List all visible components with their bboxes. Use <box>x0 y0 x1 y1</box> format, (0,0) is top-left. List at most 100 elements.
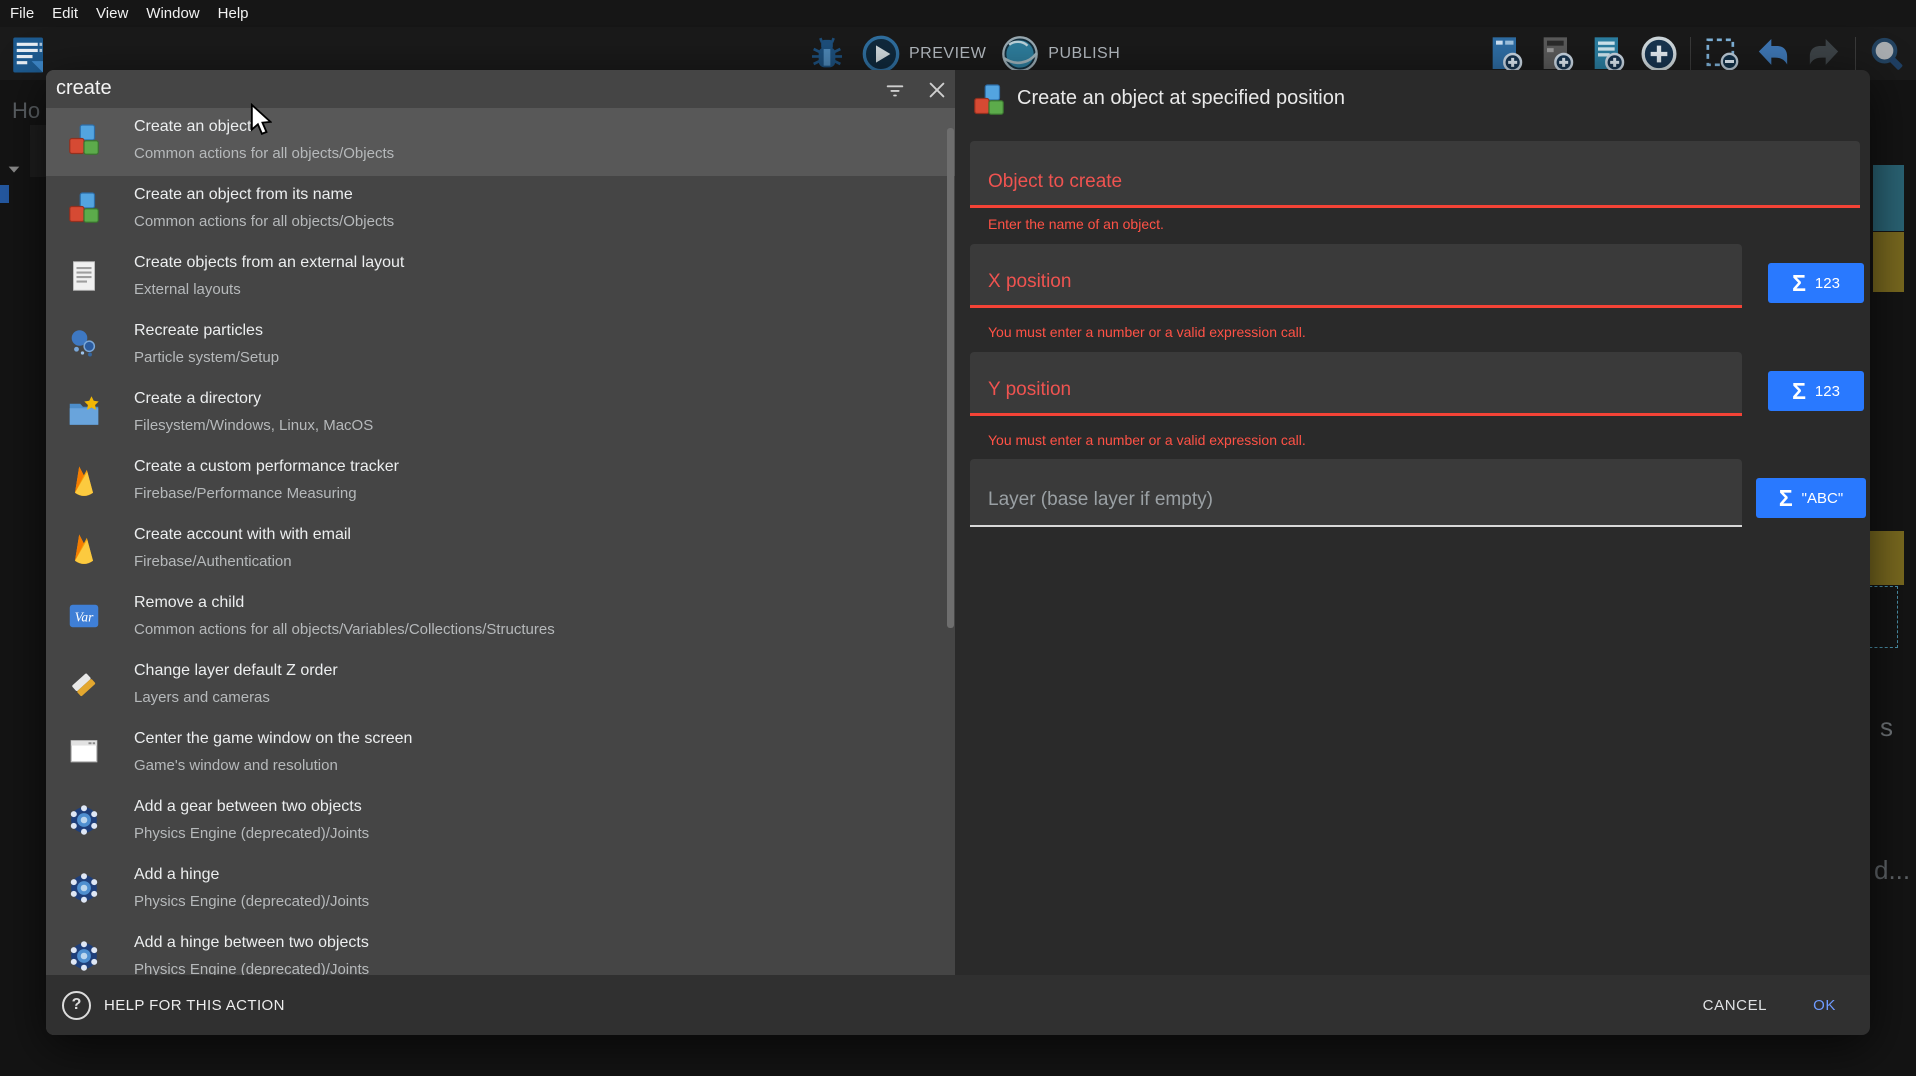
filter-icon[interactable] <box>884 79 906 101</box>
chevron-down-icon[interactable] <box>6 162 22 178</box>
list-item-subtitle: Filesystem/Windows, Linux, MacOS <box>134 417 373 434</box>
x-position-field[interactable]: X position <box>970 244 1742 308</box>
list-item-title: Add a gear between two objects <box>134 798 362 816</box>
debug-icon[interactable] <box>807 34 847 74</box>
instruction-editor-dialog: create Create an objectCommon actions fo… <box>46 70 1870 1035</box>
firebase-icon <box>66 462 102 498</box>
close-icon[interactable] <box>926 79 948 101</box>
add-extension-icon[interactable] <box>1639 34 1679 74</box>
dialog-actions: CANCEL OK <box>1703 997 1836 1014</box>
menu-item-window[interactable]: Window <box>146 5 199 22</box>
layer-placeholder: Layer (base layer if empty) <box>988 489 1213 511</box>
help-icon: ? <box>62 991 91 1020</box>
menu-item-edit[interactable]: Edit <box>52 5 78 22</box>
redo-icon <box>1804 34 1844 74</box>
document-icon <box>66 258 102 294</box>
add-external-layout-icon[interactable] <box>1588 34 1628 74</box>
firebase-icon <box>66 530 102 566</box>
menu-item-help[interactable]: Help <box>218 5 249 22</box>
publish-icon[interactable] <box>1000 34 1040 74</box>
list-item-title: Create objects from an external layout <box>134 254 404 272</box>
list-item[interactable]: Create a directoryFilesystem/Windows, Li… <box>46 380 955 448</box>
list-item-title: Recreate particles <box>134 322 263 340</box>
x-expression-button-label: 123 <box>1815 275 1840 292</box>
list-item[interactable]: Add a hinge between two objectsPhysics E… <box>46 924 955 975</box>
object-error-text: Enter the name of an object. <box>988 216 1164 232</box>
list-item-subtitle: Physics Engine (deprecated)/Joints <box>134 825 369 842</box>
background-letter: s <box>1880 712 1893 743</box>
list-item[interactable]: Create an objectCommon actions for all o… <box>46 108 955 176</box>
background-blue-fragment <box>0 185 9 203</box>
cancel-button[interactable]: CANCEL <box>1703 997 1767 1014</box>
background-panel-fragment <box>30 125 47 177</box>
list-item-subtitle: Layers and cameras <box>134 689 270 706</box>
list-item[interactable]: Create objects from an external layout Ex… <box>46 244 955 312</box>
project-manager-icon[interactable] <box>8 34 50 76</box>
list-item-subtitle: Game's window and resolution <box>134 757 338 774</box>
list-item[interactable]: Add a hingePhysics Engine (deprecated)/J… <box>46 856 955 924</box>
toolbar-separator <box>1690 37 1691 71</box>
gear-icon <box>66 802 102 838</box>
y-position-field[interactable]: Y position <box>970 352 1742 416</box>
y-expression-button[interactable]: Σ 123 <box>1768 371 1864 411</box>
cubes-icon <box>66 122 102 158</box>
background-olive-block <box>1873 232 1904 292</box>
list-item-title: Create a custom performance tracker <box>134 458 399 476</box>
list-item[interactable]: Create a custom performance tracker Fireb… <box>46 448 955 516</box>
layer-expression-button[interactable]: Σ "ABC" <box>1756 478 1866 518</box>
deselect-icon[interactable] <box>1702 34 1742 74</box>
var-icon: Var <box>66 598 102 634</box>
list-item-title: Create an object from its name <box>134 186 353 204</box>
list-item-subtitle: Firebase/Performance Measuring <box>134 485 357 502</box>
object-to-create-field[interactable]: Object to create <box>970 141 1860 208</box>
background-letter: d... <box>1874 855 1910 886</box>
search-results-list: Create an objectCommon actions for all o… <box>46 108 955 975</box>
list-item-subtitle: External layouts <box>134 281 241 298</box>
menu-item-file[interactable]: File <box>10 5 34 22</box>
undo-icon[interactable] <box>1753 34 1793 74</box>
add-scene-icon[interactable] <box>1486 34 1526 74</box>
list-item-title: Change layer default Z order <box>134 662 338 680</box>
publish-button[interactable]: PUBLISH <box>1048 45 1120 63</box>
preview-icon[interactable] <box>861 34 901 74</box>
list-item[interactable]: Create account with with email Firebase/A… <box>46 516 955 584</box>
preview-button[interactable]: PREVIEW <box>909 45 986 63</box>
gear-icon <box>66 870 102 906</box>
x-position-placeholder: X position <box>988 271 1071 293</box>
particles-icon <box>66 326 102 362</box>
action-search-pane: create Create an objectCommon actions fo… <box>46 70 955 1035</box>
y-position-placeholder: Y position <box>988 379 1071 401</box>
layer-field[interactable]: Layer (base layer if empty) <box>970 459 1742 527</box>
search-icon[interactable] <box>1867 34 1907 74</box>
list-item-subtitle: Common actions for all objects/Variables… <box>134 621 555 638</box>
x-error-text: You must enter a number or a valid expre… <box>988 324 1306 340</box>
y-error-text: You must enter a number or a valid expre… <box>988 432 1306 448</box>
toolbar-separator <box>1855 37 1856 71</box>
app-root: { "menu_bar": { "items": ["File", "Edit"… <box>0 0 1916 1076</box>
add-external-events-icon[interactable] <box>1537 34 1577 74</box>
list-item-subtitle: Physics Engine (deprecated)/Joints <box>134 893 369 910</box>
search-input[interactable]: create <box>56 77 112 100</box>
list-item[interactable]: Change layer default Z order Layers and c… <box>46 652 955 720</box>
sigma-icon: Σ <box>1779 487 1793 510</box>
cubes-icon <box>971 82 1007 118</box>
gear-icon <box>66 938 102 974</box>
list-scrollbar[interactable] <box>947 128 954 628</box>
toolbar-right <box>1486 34 1907 74</box>
list-item-subtitle: Particle system/Setup <box>134 349 279 366</box>
list-item-title: Create account with with email <box>134 526 351 544</box>
list-item-subtitle: Firebase/Authentication <box>134 553 292 570</box>
dialog-footer: ? HELP FOR THIS ACTION CANCEL OK <box>46 975 1870 1035</box>
list-item[interactable]: Center the game window on the screen Game… <box>46 720 955 788</box>
cubes-icon <box>66 190 102 226</box>
list-item[interactable]: Create an object from its nameCommon act… <box>46 176 955 244</box>
menu-bar: File Edit View Window Help <box>0 0 1916 27</box>
x-expression-button[interactable]: Σ 123 <box>1768 263 1864 303</box>
list-item[interactable]: VarRemove a childCommon actions for all … <box>46 584 955 652</box>
list-item-title: Center the game window on the screen <box>134 730 412 748</box>
help-button[interactable]: ? HELP FOR THIS ACTION <box>62 991 285 1020</box>
ok-button[interactable]: OK <box>1813 997 1836 1014</box>
list-item[interactable]: Recreate particles Particle system/Setup <box>46 312 955 380</box>
menu-item-view[interactable]: View <box>96 5 128 22</box>
list-item[interactable]: Add a gear between two objects Physics En… <box>46 788 955 856</box>
